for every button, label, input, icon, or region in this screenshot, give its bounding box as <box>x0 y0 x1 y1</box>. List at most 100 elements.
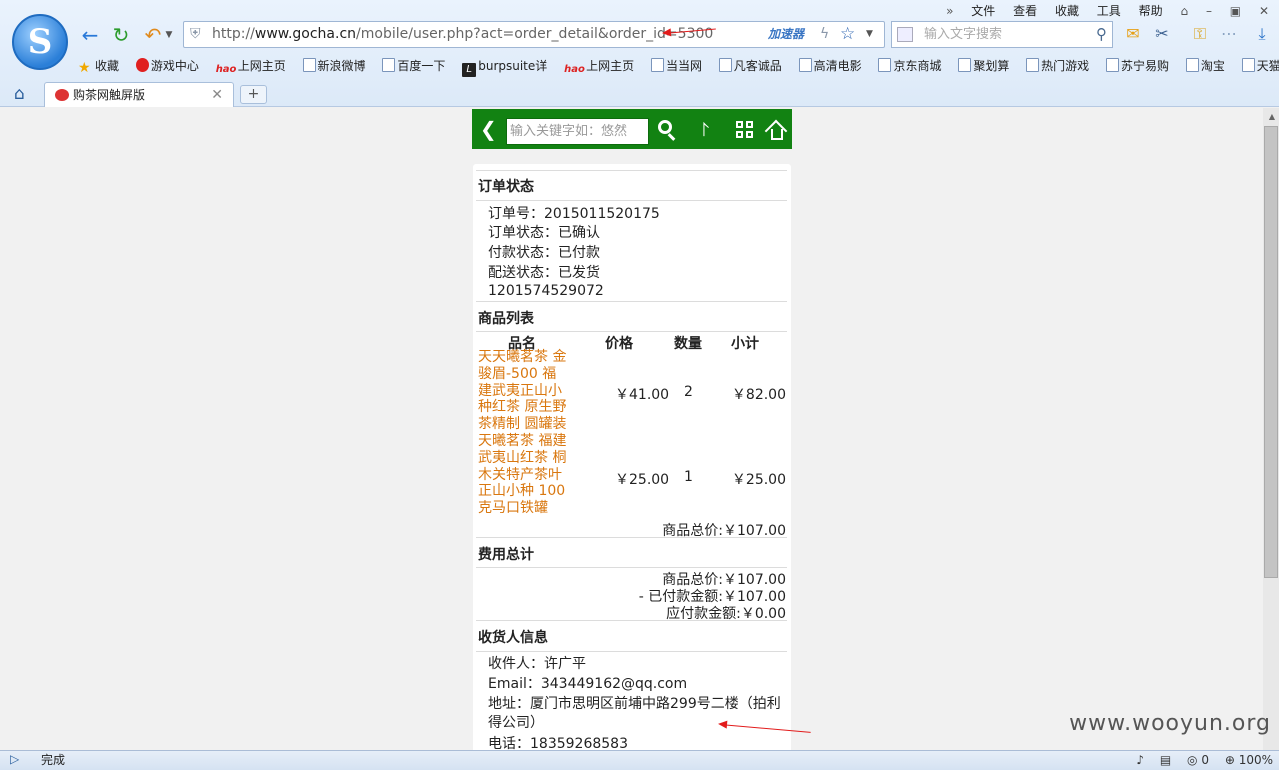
consignee-email: Email：343449162@qq.com <box>488 676 688 692</box>
accelerator-button[interactable]: 加速器 <box>768 22 804 47</box>
back-arrow-icon[interactable]: ← <box>78 23 102 47</box>
page-icon <box>1106 58 1120 72</box>
toolbox-icon[interactable]: ▤ <box>1160 753 1171 767</box>
download-count: 0 <box>1201 753 1209 767</box>
fav-item[interactable]: 新浪微博 <box>302 56 366 76</box>
chevron-down-icon[interactable]: ▼ <box>866 22 873 47</box>
tab-active[interactable]: 购茶网触屏版 ✕ <box>44 82 234 107</box>
fav-item[interactable]: 游戏中心 <box>135 56 199 76</box>
menu-help[interactable]: 帮助 <box>1139 4 1163 18</box>
page-icon <box>1241 58 1255 72</box>
page-icon <box>718 58 732 72</box>
favorites-bar: ★ 收藏 游戏中心 hao上网主页 新浪微博 百度一下 Lburpsuite详 h… <box>78 56 1279 78</box>
browser-search-input[interactable]: 输入文字搜索 ⚲ <box>891 21 1113 48</box>
star-icon[interactable]: ☆ <box>840 22 855 47</box>
zoom-control[interactable]: ⊕ 100% <box>1225 753 1273 767</box>
status-tray: ♪ ▤ ◎ 0 ⊕ 100% <box>1124 751 1273 770</box>
product-link[interactable]: 天天曦茗茶 金骏眉-500 福建武夷正山小种红茶 原生野茶精制 圆罐装 <box>478 349 570 433</box>
fav-item[interactable]: 当当网 <box>650 56 702 76</box>
sidebar-toggle-icon[interactable]: ▷ <box>10 752 19 766</box>
home-icon[interactable] <box>764 119 788 143</box>
fav-item[interactable]: 淘宝 <box>1185 56 1225 76</box>
browser-chrome: S ← ↻ ↶ ▼ ⛨ http://www.gocha.cn/mobile/u… <box>0 0 1279 107</box>
col-price: 价格 <box>605 336 633 352</box>
search-icon[interactable]: ⚲ <box>1096 22 1107 47</box>
menu-bar: » 文件 查看 收藏 工具 帮助 ⌂ – ▣ ✕ <box>932 2 1269 18</box>
consignee-address-cont: 得公司） <box>488 715 544 731</box>
fav-item[interactable]: 热门游戏 <box>1026 56 1089 76</box>
undo-icon[interactable]: ↶ <box>141 23 165 47</box>
fav-item[interactable]: 百度一下 <box>382 56 445 76</box>
page-icon <box>1026 58 1040 72</box>
menu-favorites[interactable]: 收藏 <box>1055 4 1079 18</box>
order-detail-card: 订单状态 订单号：2015011520175 订单状态：已确认 付款状态：已付款… <box>473 164 791 750</box>
fees-title: 费用总计 <box>478 547 534 563</box>
bolt-icon[interactable]: ϟ <box>820 22 829 47</box>
home-icon[interactable]: ⌂ <box>14 84 25 104</box>
menu-tools[interactable]: 工具 <box>1097 4 1121 18</box>
url-text[interactable]: http://www.gocha.cn/mobile/user.php?act=… <box>212 22 713 47</box>
page-icon <box>798 58 812 72</box>
cart-icon[interactable]: ⨡ <box>702 119 710 141</box>
shipping-state: 配送状态：已发货 <box>488 265 600 281</box>
tab-title: 购茶网触屏版 <box>73 88 146 102</box>
order-status-title: 订单状态 <box>478 179 534 195</box>
fav-item[interactable]: 凡客诚品 <box>718 56 782 76</box>
scroll-up-icon[interactable]: ▲ <box>1269 112 1275 121</box>
close-icon[interactable]: ✕ <box>211 83 223 108</box>
keyword-search-input[interactable]: 输入关键字如：悠然 <box>506 118 649 145</box>
new-tab-button[interactable]: + <box>240 85 267 104</box>
order-number: 订单号：2015011520175 <box>488 206 660 222</box>
fav-item[interactable]: 苏宁易购 <box>1106 56 1169 76</box>
product-qty: 1 <box>684 469 693 485</box>
consignee-title: 收货人信息 <box>478 630 548 646</box>
fav-item[interactable]: 高清电影 <box>798 56 862 76</box>
scissors-icon[interactable]: ✂ <box>1152 24 1172 44</box>
goods-list-title: 商品列表 <box>478 311 534 327</box>
game-icon <box>135 58 149 72</box>
product-qty: 2 <box>684 384 693 400</box>
page-icon <box>878 58 892 72</box>
fav-item[interactable]: Lburpsuite详 <box>462 56 547 77</box>
product-link[interactable]: 天曦茗茶 福建武夷山红茶 桐木关特产茶叶 正山小种 100克马口铁罐 <box>478 433 570 517</box>
consignee-phone: 电话：18359268583 <box>488 736 628 750</box>
fav-item[interactable]: 京东商城 <box>878 56 942 76</box>
search-icon[interactable] <box>656 118 678 142</box>
menu-view[interactable]: 查看 <box>1013 4 1037 18</box>
consignee-name: 收件人：许广平 <box>488 656 586 672</box>
scroll-thumb[interactable] <box>1264 126 1278 578</box>
fav-item[interactable]: 天猫 <box>1241 56 1279 76</box>
minimize-icon[interactable]: – <box>1206 4 1212 18</box>
more-icon[interactable]: ⋯ <box>1219 24 1239 44</box>
browser-logo[interactable]: S <box>12 14 68 70</box>
key-icon[interactable]: ⚿ <box>1190 24 1210 44</box>
page-icon <box>302 58 316 72</box>
product-subtotal: ￥82.00 <box>731 387 786 403</box>
download-icon[interactable]: ⤓ <box>1252 24 1272 44</box>
search-engine-icon[interactable] <box>897 27 913 42</box>
fav-item[interactable]: 聚划算 <box>958 56 1009 76</box>
burp-icon: L <box>462 63 477 77</box>
back-icon[interactable]: ❮ <box>480 117 497 141</box>
payment-state: 付款状态：已付款 <box>488 245 600 261</box>
restore-icon[interactable]: ▣ <box>1230 4 1241 18</box>
order-state: 订单状态：已确认 <box>488 225 600 241</box>
fav-item[interactable]: hao上网主页 <box>216 56 286 78</box>
fav-item[interactable]: hao上网主页 <box>564 56 634 78</box>
address-bar[interactable]: ⛨ http://www.gocha.cn/mobile/user.php?ac… <box>183 21 885 48</box>
chevron-down-icon[interactable]: ▼ <box>164 23 174 47</box>
grid-menu-icon[interactable] <box>736 121 754 139</box>
star-icon: ★ <box>78 60 91 76</box>
download-count-icon[interactable]: ◎ 0 <box>1187 753 1209 767</box>
scrollbar[interactable]: ▲ <box>1263 108 1279 750</box>
tracking-number: 1201574529072 <box>488 283 604 299</box>
expand-icon[interactable]: » <box>946 4 953 18</box>
hao-icon: hao <box>215 64 237 75</box>
skin-icon[interactable]: ⌂ <box>1180 4 1188 18</box>
menu-file[interactable]: 文件 <box>971 4 995 18</box>
speaker-icon[interactable]: ♪ <box>1136 753 1144 767</box>
refresh-icon[interactable]: ↻ <box>109 23 133 47</box>
fav-item[interactable]: ★ 收藏 <box>78 56 119 76</box>
mail-icon[interactable]: ✉ <box>1123 24 1143 44</box>
close-icon[interactable]: ✕ <box>1259 4 1269 18</box>
